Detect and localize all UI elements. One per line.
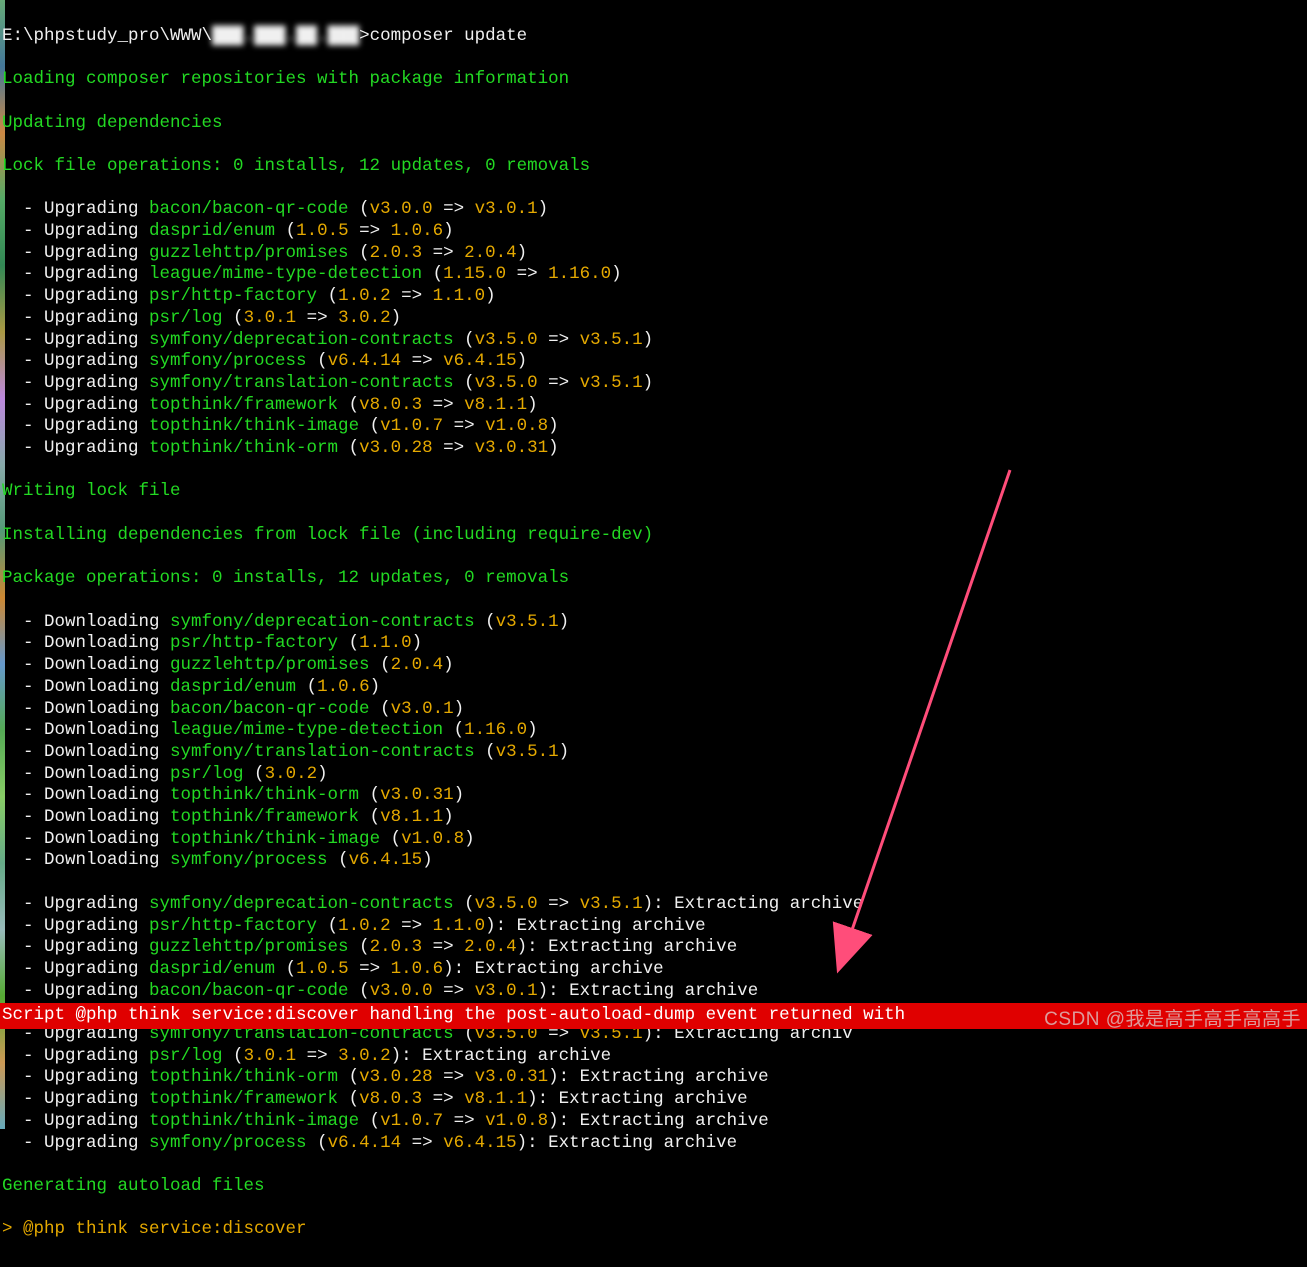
upgrade-row: - Upgrading bacon/bacon-qr-code (v3.0.0 … — [2, 199, 1305, 221]
upgrade-row: - Upgrading symfony/deprecation-contract… — [2, 330, 1305, 352]
download-row: - Downloading guzzlehttp/promises (2.0.4… — [2, 655, 1305, 677]
download-row: - Downloading symfony/process (v6.4.15) — [2, 850, 1305, 872]
upgrades-list-1: - Upgrading bacon/bacon-qr-code (v3.0.0 … — [2, 199, 1305, 459]
upgrade-row: - Upgrading guzzlehttp/promises (2.0.3 =… — [2, 937, 1305, 959]
upgrade-row: - Upgrading topthink/framework (v8.0.3 =… — [2, 395, 1305, 417]
upgrade-row: - Upgrading dasprid/enum (1.0.5 => 1.0.6… — [2, 221, 1305, 243]
upgrade-row: - Upgrading league/mime-type-detection (… — [2, 264, 1305, 286]
status-updating: Updating dependencies — [2, 113, 1305, 135]
upgrade-row: - Upgrading symfony/deprecation-contract… — [2, 894, 1305, 916]
status-service-discover: > @php think service:discover — [2, 1219, 1305, 1241]
download-row: - Downloading topthink/think-image (v1.0… — [2, 829, 1305, 851]
cwd-prefix: E:\phpstudy_pro\WWW\ — [2, 26, 212, 46]
upgrade-row: - Upgrading symfony/process (v6.4.14 => … — [2, 351, 1305, 373]
download-row: - Downloading topthink/framework (v8.1.1… — [2, 807, 1305, 829]
terminal-output[interactable]: E:\phpstudy_pro\WWW\███.███.██.███>compo… — [0, 0, 1307, 1267]
download-row: - Downloading bacon/bacon-qr-code (v3.0.… — [2, 699, 1305, 721]
download-row: - Downloading league/mime-type-detection… — [2, 720, 1305, 742]
upgrade-row: - Upgrading topthink/think-image (v1.0.7… — [2, 1111, 1305, 1133]
status-loading: Loading composer repositories with packa… — [2, 69, 1305, 91]
download-row: - Downloading psr/http-factory (1.1.0) — [2, 633, 1305, 655]
upgrade-row: - Upgrading dasprid/enum (1.0.5 => 1.0.6… — [2, 959, 1305, 981]
upgrade-row: - Upgrading topthink/think-image (v1.0.7… — [2, 416, 1305, 438]
downloads-list: - Downloading symfony/deprecation-contra… — [2, 612, 1305, 872]
upgrade-row: - Upgrading topthink/think-orm (v3.0.28 … — [2, 438, 1305, 460]
upgrade-row: - Upgrading symfony/translation-contract… — [2, 373, 1305, 395]
upgrade-row: - Upgrading psr/http-factory (1.0.2 => 1… — [2, 286, 1305, 308]
upgrade-row: - Upgrading topthink/framework (v8.0.3 =… — [2, 1089, 1305, 1111]
upgrade-row: - Upgrading topthink/think-orm (v3.0.28 … — [2, 1067, 1305, 1089]
status-writing: Writing lock file — [2, 481, 1305, 503]
download-row: - Downloading symfony/translation-contra… — [2, 742, 1305, 764]
download-row: - Downloading topthink/think-orm (v3.0.3… — [2, 785, 1305, 807]
error-text: Script @php think service:discover handl… — [2, 1005, 905, 1025]
status-autoload: Generating autoload files — [2, 1176, 1305, 1198]
upgrade-row: - Upgrading psr/http-factory (1.0.2 => 1… — [2, 916, 1305, 938]
status-pkg-ops: Package operations: 0 installs, 12 updat… — [2, 568, 1305, 590]
upgrade-row: - Upgrading psr/log (3.0.1 => 3.0.2) — [2, 308, 1305, 330]
prompt-line: E:\phpstudy_pro\WWW\███.███.██.███>compo… — [2, 26, 1305, 48]
download-row: - Downloading psr/log (3.0.2) — [2, 764, 1305, 786]
upgrade-row: - Upgrading psr/log (3.0.1 => 3.0.2): Ex… — [2, 1046, 1305, 1068]
command-text: >composer update — [359, 26, 527, 46]
upgrade-row: - Upgrading guzzlehttp/promises (2.0.3 =… — [2, 243, 1305, 265]
upgrade-row: - Upgrading bacon/bacon-qr-code (v3.0.0 … — [2, 981, 1305, 1003]
upgrade-row: - Upgrading symfony/process (v6.4.14 => … — [2, 1133, 1305, 1155]
error-line: Script @php think service:discover handl… — [0, 1003, 1307, 1029]
status-installing: Installing dependencies from lock file (… — [2, 525, 1305, 547]
download-row: - Downloading symfony/deprecation-contra… — [2, 612, 1305, 634]
download-row: - Downloading dasprid/enum (1.0.6) — [2, 677, 1305, 699]
cwd-blurred: ███.███.██.███ — [212, 26, 359, 46]
status-lock-ops: Lock file operations: 0 installs, 12 upd… — [2, 156, 1305, 178]
